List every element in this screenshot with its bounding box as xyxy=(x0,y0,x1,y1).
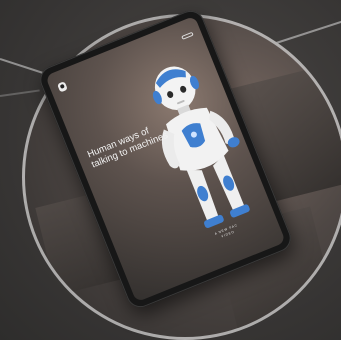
background-line xyxy=(0,89,40,97)
background-line xyxy=(269,19,341,46)
nav-cta-button[interactable] xyxy=(181,31,194,40)
scene: Human ways of talking to machines A NEW … xyxy=(0,0,341,340)
robot-logo-icon[interactable] xyxy=(56,80,68,93)
